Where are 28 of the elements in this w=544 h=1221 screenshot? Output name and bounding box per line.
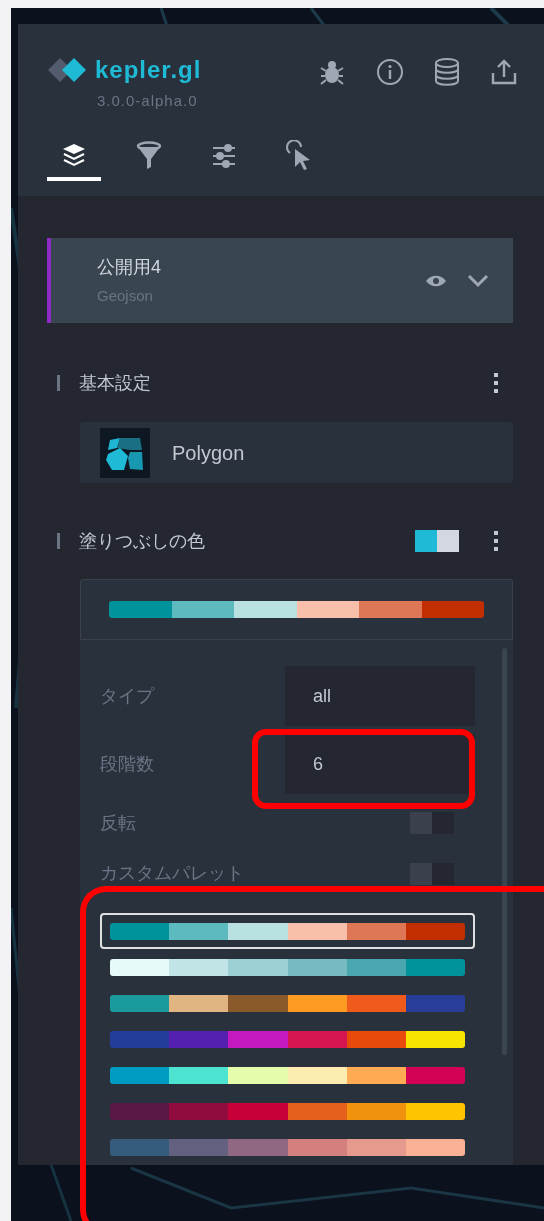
setting-label: 反転 — [100, 811, 136, 835]
setting-label: 段階数 — [100, 752, 154, 776]
layer-title: 公開用4 — [97, 255, 161, 279]
layer-type-selector[interactable]: Polygon — [80, 422, 513, 483]
info-icon[interactable] — [374, 56, 406, 88]
chevron-down-icon[interactable] — [467, 273, 489, 288]
logo-icon — [47, 56, 87, 84]
filter-icon — [136, 140, 162, 171]
setting-label: カスタムパレット — [100, 862, 244, 886]
setting-label: タイプ — [100, 684, 154, 708]
toggle-switch[interactable] — [410, 812, 454, 835]
select-field[interactable]: 6 — [285, 734, 475, 795]
palette-option[interactable] — [100, 913, 475, 949]
more-icon[interactable] — [493, 530, 499, 552]
sliders-icon — [211, 142, 237, 169]
scrollbar[interactable] — [502, 648, 507, 1055]
section-title: 塗りつぶしの色 — [79, 529, 205, 553]
select-field[interactable]: all — [285, 666, 475, 727]
palette-selector[interactable] — [80, 579, 513, 640]
database-icon[interactable] — [432, 56, 462, 88]
more-icon[interactable] — [493, 372, 499, 394]
eye-icon[interactable] — [425, 273, 447, 288]
polygon-icon — [100, 427, 150, 478]
version-label: 3.0.0-alpha.0 — [97, 91, 199, 111]
color-mode-toggle[interactable] — [415, 530, 459, 552]
section-title: 基本設定 — [79, 371, 151, 395]
toggle-switch[interactable] — [410, 862, 454, 885]
app-name: kepler.gl — [95, 55, 202, 85]
